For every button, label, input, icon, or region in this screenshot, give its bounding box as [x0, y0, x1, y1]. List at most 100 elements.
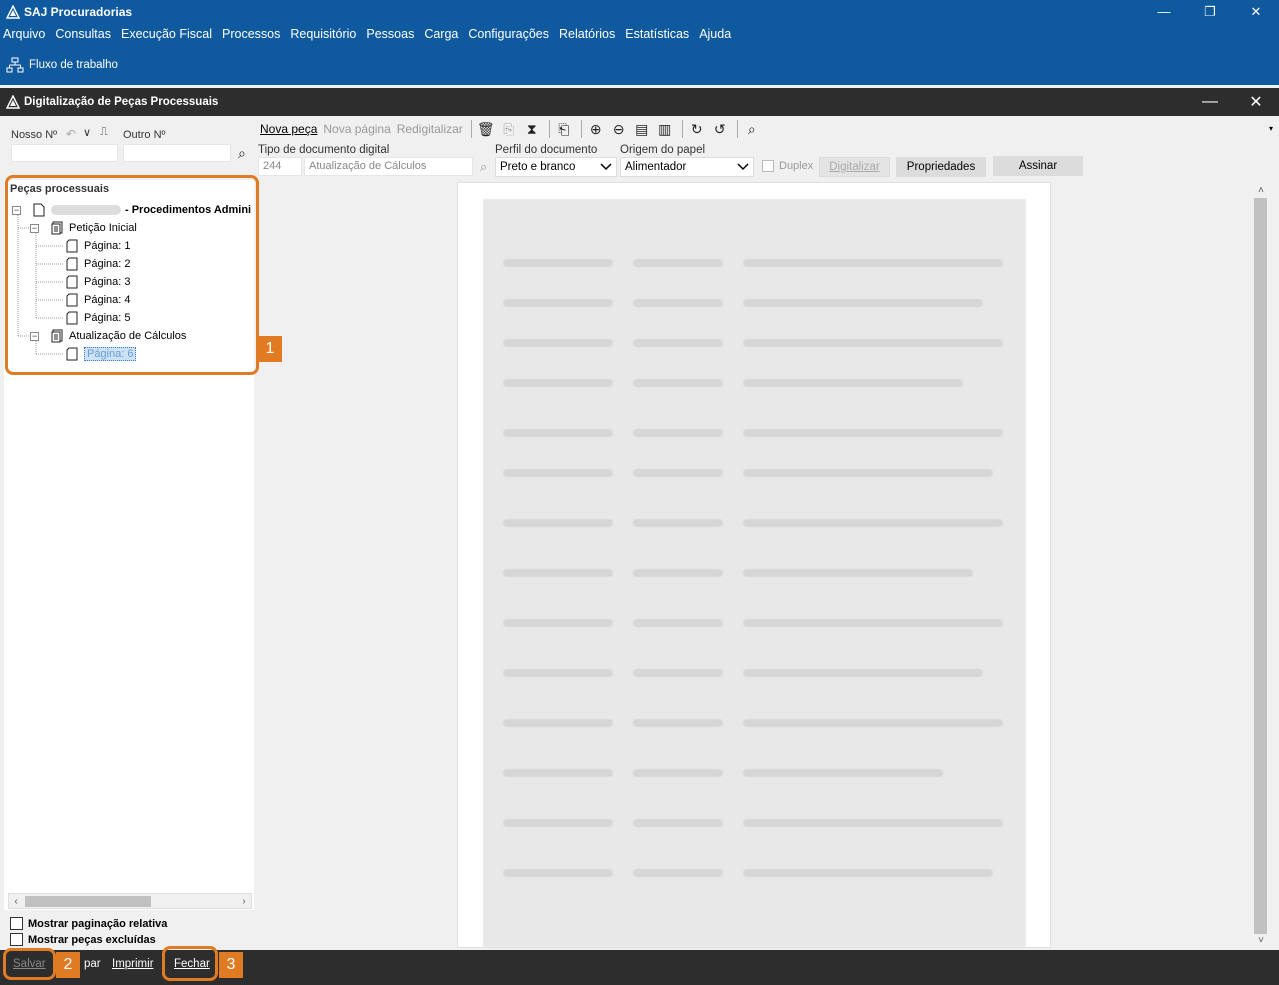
- callout-box-1: [5, 175, 259, 375]
- origem-select[interactable]: Alimentador: [620, 157, 754, 177]
- copy-icon[interactable]: ⎗: [554, 119, 574, 139]
- propriedades-button[interactable]: Propriedades: [896, 157, 986, 177]
- toolbar-separator: [580, 120, 582, 138]
- tipo-label: Tipo de documento digital: [258, 144, 390, 156]
- relative-paging-checkbox[interactable]: [10, 917, 23, 930]
- show-deleted-label: Mostrar peças excluídas: [28, 933, 156, 946]
- scanned-document-preview: [483, 199, 1026, 947]
- child-close-button[interactable]: ✕: [1233, 88, 1279, 116]
- duplex-label: Duplex: [779, 160, 814, 172]
- perfil-label: Perfil do documento: [495, 144, 598, 156]
- scrollbar-thumb[interactable]: [25, 896, 151, 907]
- digitalizar-label: Digitalizar: [829, 161, 880, 173]
- origem-value: Alimentador: [625, 161, 687, 173]
- menu-processos[interactable]: Processos: [222, 27, 280, 41]
- relative-paging-label: Mostrar paginação relativa: [28, 917, 168, 930]
- tree-horizontal-scrollbar[interactable]: ‹ ›: [8, 893, 252, 909]
- callout-badge-1: 1: [258, 336, 282, 362]
- close-button[interactable]: ✕: [1233, 0, 1279, 23]
- redigitalizar-button[interactable]: Redigitalizar: [397, 122, 463, 136]
- callout-box-2: [3, 948, 56, 980]
- toolbar-separator: [736, 120, 738, 138]
- callout-box-3: [162, 946, 218, 981]
- toolbar-overflow-icon[interactable]: ▾: [1269, 124, 1273, 133]
- chevron-down-icon[interactable]: ∨: [83, 126, 91, 139]
- child-minimize-button[interactable]: —: [1187, 88, 1233, 116]
- nova-peca-button[interactable]: Nova peça: [260, 122, 317, 136]
- page-history-icon[interactable]: ⧗: [522, 119, 542, 139]
- menu-configuracoes[interactable]: Configurações: [468, 27, 549, 41]
- chevron-down-icon: [600, 163, 612, 171]
- nosso-label: Nosso Nº: [11, 129, 58, 141]
- toolbar: Nova peça Nova página Redigitalizar 🗑 ⎘ …: [258, 118, 1279, 140]
- imprimir-button[interactable]: Imprimir: [112, 958, 154, 970]
- restore-button[interactable]: ❐: [1187, 0, 1233, 23]
- menu-relatorios[interactable]: Relatórios: [559, 27, 615, 41]
- scrollbar-thumb[interactable]: [1254, 198, 1267, 934]
- scroll-right-icon[interactable]: ›: [237, 894, 251, 908]
- saj-logo-icon: [6, 95, 20, 109]
- zoom-out-icon[interactable]: ⊖: [609, 119, 629, 139]
- tipo-code-input[interactable]: 244: [258, 157, 302, 176]
- outro-label: Outro Nº: [123, 129, 166, 141]
- zoom-in-icon[interactable]: ⊕: [586, 119, 606, 139]
- assinar-button[interactable]: Assinar: [993, 156, 1083, 176]
- toolbar-separator: [548, 120, 550, 138]
- fit-width-icon[interactable]: ▤: [632, 119, 652, 139]
- scroll-left-icon[interactable]: ‹: [9, 894, 23, 908]
- callout-badge-3: 3: [219, 952, 243, 978]
- menu-estatisticas[interactable]: Estatísticas: [625, 27, 689, 41]
- menu-carga[interactable]: Carga: [424, 27, 458, 41]
- scroll-up-icon[interactable]: ˄: [1253, 182, 1269, 198]
- tipo-search-icon[interactable]: ⌕: [480, 159, 487, 175]
- undo-icon[interactable]: ↶: [66, 127, 76, 141]
- inspect-icon[interactable]: ⌕: [742, 119, 762, 139]
- digitalizar-button[interactable]: Digitalizar: [819, 157, 890, 177]
- nosso-input[interactable]: [11, 144, 118, 162]
- app-title: SAJ Procuradorias: [24, 4, 133, 19]
- app-titlebar: SAJ Procuradorias — ❐ ✕: [0, 0, 1279, 23]
- propriedades-label: Propriedades: [906, 161, 976, 173]
- scroll-down-icon[interactable]: ˅: [1253, 932, 1269, 948]
- viewer-vertical-scrollbar[interactable]: ˄ ˅: [1253, 182, 1269, 948]
- workflow-label: Fluxo de trabalho: [29, 59, 118, 71]
- saj-logo-icon: [6, 4, 20, 19]
- fit-page-icon[interactable]: ▥: [655, 119, 675, 139]
- duplex-checkbox[interactable]: [762, 160, 774, 172]
- workflow-button[interactable]: Fluxo de trabalho: [6, 57, 118, 73]
- rotate-left-icon[interactable]: ↺: [710, 119, 730, 139]
- move-page-icon[interactable]: ⎘: [499, 119, 519, 139]
- bookmark-icon[interactable]: ⎍: [100, 126, 108, 139]
- outro-input[interactable]: [123, 144, 231, 162]
- window-controls: — ❐ ✕: [1141, 0, 1279, 23]
- menu-execucao-fiscal[interactable]: Execução Fiscal: [121, 27, 212, 41]
- menu-ajuda[interactable]: Ajuda: [699, 27, 731, 41]
- chevron-down-icon: [737, 163, 749, 171]
- menu-pessoas[interactable]: Pessoas: [366, 27, 414, 41]
- delete-icon[interactable]: 🗑: [476, 119, 496, 139]
- child-window-controls: — ✕: [1187, 88, 1279, 116]
- perfil-select[interactable]: Preto e branco: [495, 157, 617, 177]
- child-titlebar: Digitalização de Peças Processuais — ✕: [0, 88, 1279, 116]
- limpar-button[interactable]: par: [84, 958, 101, 970]
- menu-consultas[interactable]: Consultas: [55, 27, 111, 41]
- minimize-button[interactable]: —: [1141, 0, 1187, 23]
- menu-requisitorio[interactable]: Requisitório: [290, 27, 356, 41]
- workflow-icon: [6, 57, 24, 73]
- assinar-label: Assinar: [1018, 160, 1058, 172]
- show-deleted-checkbox[interactable]: [10, 933, 23, 946]
- child-window-title: Digitalização de Peças Processuais: [24, 96, 219, 108]
- show-deleted-option[interactable]: Mostrar peças excluídas: [10, 933, 156, 946]
- menu-bar: Arquivo Consultas Execução Fiscal Proces…: [0, 23, 1279, 45]
- relative-paging-option[interactable]: Mostrar paginação relativa: [10, 917, 167, 930]
- ribbon: Fluxo de trabalho: [0, 45, 1279, 85]
- toolbar-separator: [470, 120, 472, 138]
- perfil-value: Preto e branco: [500, 161, 576, 173]
- callout-badge-2: 2: [56, 952, 80, 978]
- tipo-value-input[interactable]: Atualização de Cálculos: [304, 157, 473, 176]
- rotate-right-icon[interactable]: ↻: [687, 119, 707, 139]
- menu-arquivo[interactable]: Arquivo: [3, 27, 45, 41]
- search-icon[interactable]: ⌕: [238, 145, 246, 162]
- nova-pagina-button[interactable]: Nova página: [323, 122, 390, 136]
- origem-label: Origem do papel: [620, 144, 706, 156]
